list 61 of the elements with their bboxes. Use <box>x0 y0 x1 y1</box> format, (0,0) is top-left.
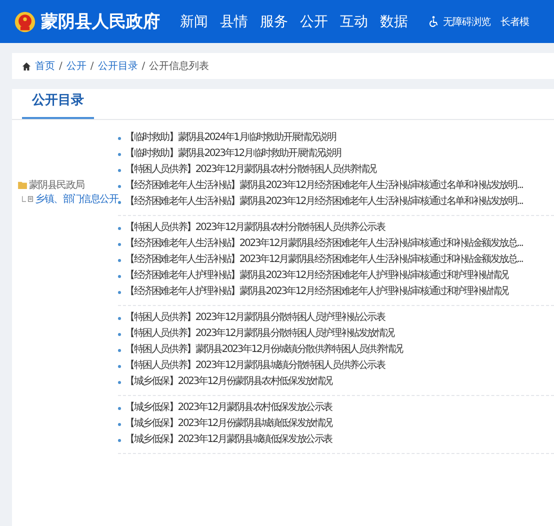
article-link[interactable]: 【临时救助】蒙阴县2024年1月临时救助开展情况说明 <box>125 130 336 146</box>
nav-link[interactable]: 服务 <box>260 12 288 30</box>
article-link[interactable]: 【特困人员供养】2023年12月蒙阴县农村分散特困人员供养公示表 <box>125 220 385 236</box>
article-link[interactable]: 【特困人员供养】2023年12月蒙阴县农村分散特困人员供养情况 <box>125 162 376 178</box>
article-link[interactable]: 【城乡低保】2023年12月份蒙阴县城镇低保发放情况 <box>125 416 332 432</box>
bullet-icon <box>118 364 121 368</box>
bullet-icon <box>118 168 121 172</box>
bullet-icon <box>118 200 121 204</box>
article-link[interactable]: 【特困人员供养】2023年12月蒙阴县分散特困人员护理补贴公示表 <box>125 310 385 326</box>
folder-icon <box>18 181 27 189</box>
bullet-icon <box>118 274 121 278</box>
tree-item[interactable]: 乡镇、部门信息公开 <box>35 192 118 206</box>
bullet-icon <box>118 136 121 140</box>
article-link[interactable]: 【经济困难老年人生活补贴】2023年12月蒙阴县经济困难老年人生活补贴审核通过和补贴金额发放总... <box>125 236 523 252</box>
article-link[interactable]: 【城乡低保】2023年12月份蒙阴县农村低保发放情况 <box>125 374 332 390</box>
bullet-icon <box>118 290 121 294</box>
bullet-icon <box>118 406 121 410</box>
bullet-icon <box>118 380 121 384</box>
bullet-icon <box>118 438 121 442</box>
nav-link[interactable]: 互动 <box>340 12 368 30</box>
tool-link[interactable]: 无障碍浏览 <box>428 14 490 28</box>
breadcrumb-link[interactable]: 首页 <box>35 59 55 73</box>
breadcrumb-separator: / <box>59 60 62 72</box>
tree-item[interactable]: 蒙阴县民政局 <box>29 178 84 192</box>
article-link[interactable]: 【城乡低保】2023年12月蒙阴县农村低保发放公示表 <box>125 400 332 416</box>
article-link[interactable]: 【临时救助】蒙阴县2023年12月临时救助开展情况说明 <box>125 146 341 162</box>
bullet-icon <box>118 184 121 188</box>
nav-link[interactable]: 数据 <box>380 12 408 30</box>
article-link[interactable]: 【特困人员供养】2023年12月蒙阴县分散特困人员护理补贴发放情况 <box>125 326 394 342</box>
emblem-icon <box>14 10 36 32</box>
breadcrumb-current: 公开信息列表 <box>149 60 210 73</box>
home-icon <box>22 62 31 70</box>
nav-link[interactable]: 公开 <box>300 12 328 30</box>
wheelchair-icon <box>428 16 439 27</box>
article-link[interactable]: 【经济困难老年人生活补贴】2023年12月蒙阴县经济困难老年人生活补贴审核通过和补贴金额发放总... <box>125 252 523 268</box>
breadcrumb-link[interactable]: 公开目录 <box>98 59 138 73</box>
article-link[interactable]: 【经济困难老年人生活补贴】蒙阴县2023年12月经济困难老年人生活补贴审核通过名单和补贴发放明... <box>125 194 523 210</box>
breadcrumb-separator: / <box>90 60 94 72</box>
bullet-icon <box>118 422 121 426</box>
document-icon <box>28 195 34 203</box>
bullet-icon <box>118 242 121 246</box>
article-link[interactable]: 【特困人员供养】蒙阴县2023年12月份城镇分散供养特困人员供养情况 <box>125 342 402 358</box>
bullet-icon <box>118 258 121 262</box>
tree-connector-icon <box>22 195 26 203</box>
breadcrumb-separator: / <box>142 60 146 72</box>
article-link[interactable]: 【城乡低保】2023年12月蒙阴县城镇低保发放公示表 <box>125 432 332 448</box>
bullet-icon <box>118 348 121 352</box>
nav-link[interactable]: 县情 <box>220 12 248 30</box>
article-link[interactable]: 【经济困难老年人护理补贴】蒙阴县2023年12月经济困难老年人护理补贴审核通过和护理补贴情况 <box>125 268 508 284</box>
breadcrumb-link[interactable]: 公开 <box>66 59 86 73</box>
nav-link[interactable]: 新闻 <box>180 12 208 30</box>
article-link[interactable]: 【经济困难老年人生活补贴】蒙阴县2023年12月经济困难老年人生活补贴审核通过名单和补贴发放明... <box>125 178 523 194</box>
site-title: 蒙阴县人民政府 <box>41 11 160 33</box>
article-link[interactable]: 【经济困难老年人护理补贴】蒙阴县2023年12月经济困难老年人护理补贴审核通过和护理补贴情况 <box>125 284 508 300</box>
bullet-icon <box>118 316 121 320</box>
panel-tab[interactable]: 公开目录 <box>22 91 94 119</box>
bullet-icon <box>118 226 121 230</box>
tool-link[interactable]: 长者模 <box>500 14 529 28</box>
article-link[interactable]: 【特困人员供养】2023年12月蒙阴县城镇分散特困人员供养公示表 <box>125 358 385 374</box>
bullet-icon <box>118 332 121 336</box>
bullet-icon <box>118 152 121 156</box>
